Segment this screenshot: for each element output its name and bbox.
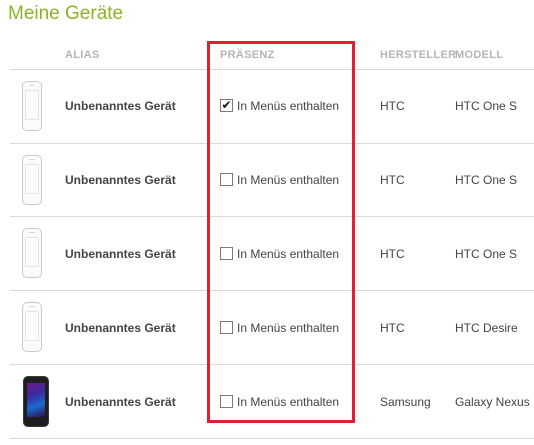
presence-checkbox-label[interactable]: In Menüs enthalten bbox=[237, 99, 339, 113]
white-phone-icon bbox=[22, 302, 42, 352]
dark-phone-icon bbox=[23, 376, 49, 427]
device-model: Galaxy Nexus bbox=[455, 395, 530, 409]
page-title: Meine Geräte bbox=[8, 3, 124, 24]
column-header-presence: PRÄSENZ bbox=[220, 49, 275, 61]
presence-checkbox-label[interactable]: In Menüs enthalten bbox=[237, 395, 339, 409]
table-row: Unbenanntes Gerät In Menüs enthalten HTC… bbox=[0, 217, 534, 290]
white-phone-icon bbox=[22, 81, 42, 131]
presence-checkbox-label[interactable]: In Menüs enthalten bbox=[237, 247, 339, 261]
device-alias[interactable]: Unbenanntes Gerät bbox=[65, 321, 176, 335]
column-header-model: MODELL bbox=[455, 49, 504, 61]
presence-checkbox-label[interactable]: In Menüs enthalten bbox=[237, 321, 339, 335]
device-manufacturer: Samsung bbox=[380, 395, 431, 409]
table-row: Unbenanntes Gerät ✔ In Menüs enthalten H… bbox=[0, 70, 534, 143]
presence-checkbox[interactable] bbox=[220, 173, 233, 186]
device-model: HTC Desire bbox=[455, 321, 518, 335]
table-row: Unbenanntes Gerät In Menüs enthalten HTC… bbox=[0, 291, 534, 364]
device-model: HTC One S bbox=[455, 99, 518, 113]
presence-checkbox[interactable]: ✔ bbox=[220, 99, 233, 112]
device-manufacturer: HTC bbox=[380, 173, 405, 187]
device-alias[interactable]: Unbenanntes Gerät bbox=[65, 395, 176, 409]
table-row: Unbenanntes Gerät In Menüs enthalten HTC… bbox=[0, 144, 534, 217]
device-alias[interactable]: Unbenanntes Gerät bbox=[65, 99, 176, 113]
white-phone-icon bbox=[22, 155, 42, 205]
column-header-manufacturer: HERSTELLER bbox=[380, 49, 457, 61]
device-manufacturer: HTC bbox=[380, 321, 405, 335]
device-manufacturer: HTC bbox=[380, 247, 405, 261]
presence-checkbox[interactable] bbox=[220, 247, 233, 260]
device-model: HTC One S bbox=[455, 173, 518, 187]
presence-checkbox-label[interactable]: In Menüs enthalten bbox=[237, 173, 339, 187]
device-alias[interactable]: Unbenanntes Gerät bbox=[65, 247, 176, 261]
column-header-alias: ALIAS bbox=[65, 49, 100, 61]
row-divider bbox=[10, 438, 534, 439]
device-model: HTC One S bbox=[455, 247, 518, 261]
device-alias[interactable]: Unbenanntes Gerät bbox=[65, 173, 176, 187]
table-row: Unbenanntes Gerät In Menüs enthalten Sam… bbox=[0, 365, 534, 438]
presence-checkbox[interactable] bbox=[220, 395, 233, 408]
white-phone-icon bbox=[22, 228, 42, 278]
device-manufacturer: HTC bbox=[380, 99, 405, 113]
presence-checkbox[interactable] bbox=[220, 321, 233, 334]
